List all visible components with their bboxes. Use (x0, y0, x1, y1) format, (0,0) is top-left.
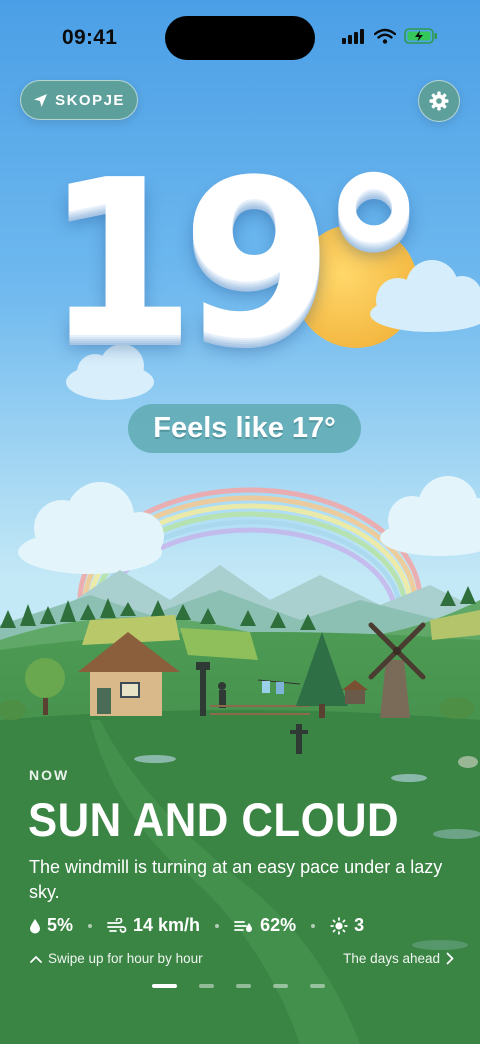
wifi-icon (374, 28, 396, 44)
sun-uv-icon (330, 916, 348, 935)
battery-charging-icon (404, 28, 437, 44)
page-dot[interactable] (273, 984, 288, 988)
status-icons (342, 28, 438, 44)
humidity-stat: 62% (234, 915, 296, 936)
location-button[interactable]: SKOPJE (20, 80, 138, 120)
condition-description: The windmill is turning at an easy pace … (29, 857, 443, 902)
temperature-display: 19° (30, 152, 450, 400)
uv-index-value: 3 (354, 915, 365, 935)
location-label: SKOPJE (55, 91, 125, 109)
uv-index-stat: 3 (330, 915, 364, 936)
settings-button[interactable] (418, 80, 460, 122)
stat-separator (88, 923, 93, 928)
wind-value: 14 km/h (133, 915, 201, 935)
days-ahead-link[interactable]: The days ahead (343, 951, 454, 966)
chevron-right-icon (446, 952, 454, 965)
gear-icon (429, 91, 449, 111)
location-arrow-icon (34, 93, 48, 107)
dynamic-island (165, 16, 315, 60)
feels-like-badge: Feels like 17° (128, 404, 361, 453)
swipe-hint-label: Swipe up for hour by hour (48, 951, 203, 966)
stat-separator (311, 923, 316, 928)
wind-icon (107, 917, 127, 933)
swipe-up-hint[interactable]: Swipe up for hour by hour (30, 951, 203, 966)
chevron-up-icon (30, 955, 42, 963)
page-dot[interactable] (236, 984, 251, 988)
weather-screen: 09:41 SKOPJE 19° Feels like 17° NOW SUN … (0, 0, 480, 1044)
page-dot[interactable] (310, 984, 325, 988)
weather-stats: 5% 14 km/h 62% 3 (29, 915, 364, 936)
raindrop-icon (30, 918, 40, 933)
now-label: NOW (29, 767, 70, 783)
status-time: 09:41 (62, 26, 118, 49)
condition-title: SUN AND CLOUD (28, 793, 400, 846)
page-indicator[interactable] (152, 984, 325, 988)
page-dot-active[interactable] (152, 984, 177, 988)
temperature-value: 19° (44, 134, 428, 387)
page-dot[interactable] (199, 984, 214, 988)
days-ahead-label: The days ahead (343, 951, 440, 966)
precipitation-value: 5% (47, 915, 74, 935)
feels-like-text: Feels like 17° (153, 412, 336, 444)
cellular-signal-icon (342, 29, 364, 44)
stat-separator (215, 923, 220, 928)
wind-stat: 14 km/h (107, 915, 200, 936)
humidity-value: 62% (260, 915, 297, 935)
precipitation-stat: 5% (29, 915, 73, 936)
humidity-icon (234, 920, 253, 932)
